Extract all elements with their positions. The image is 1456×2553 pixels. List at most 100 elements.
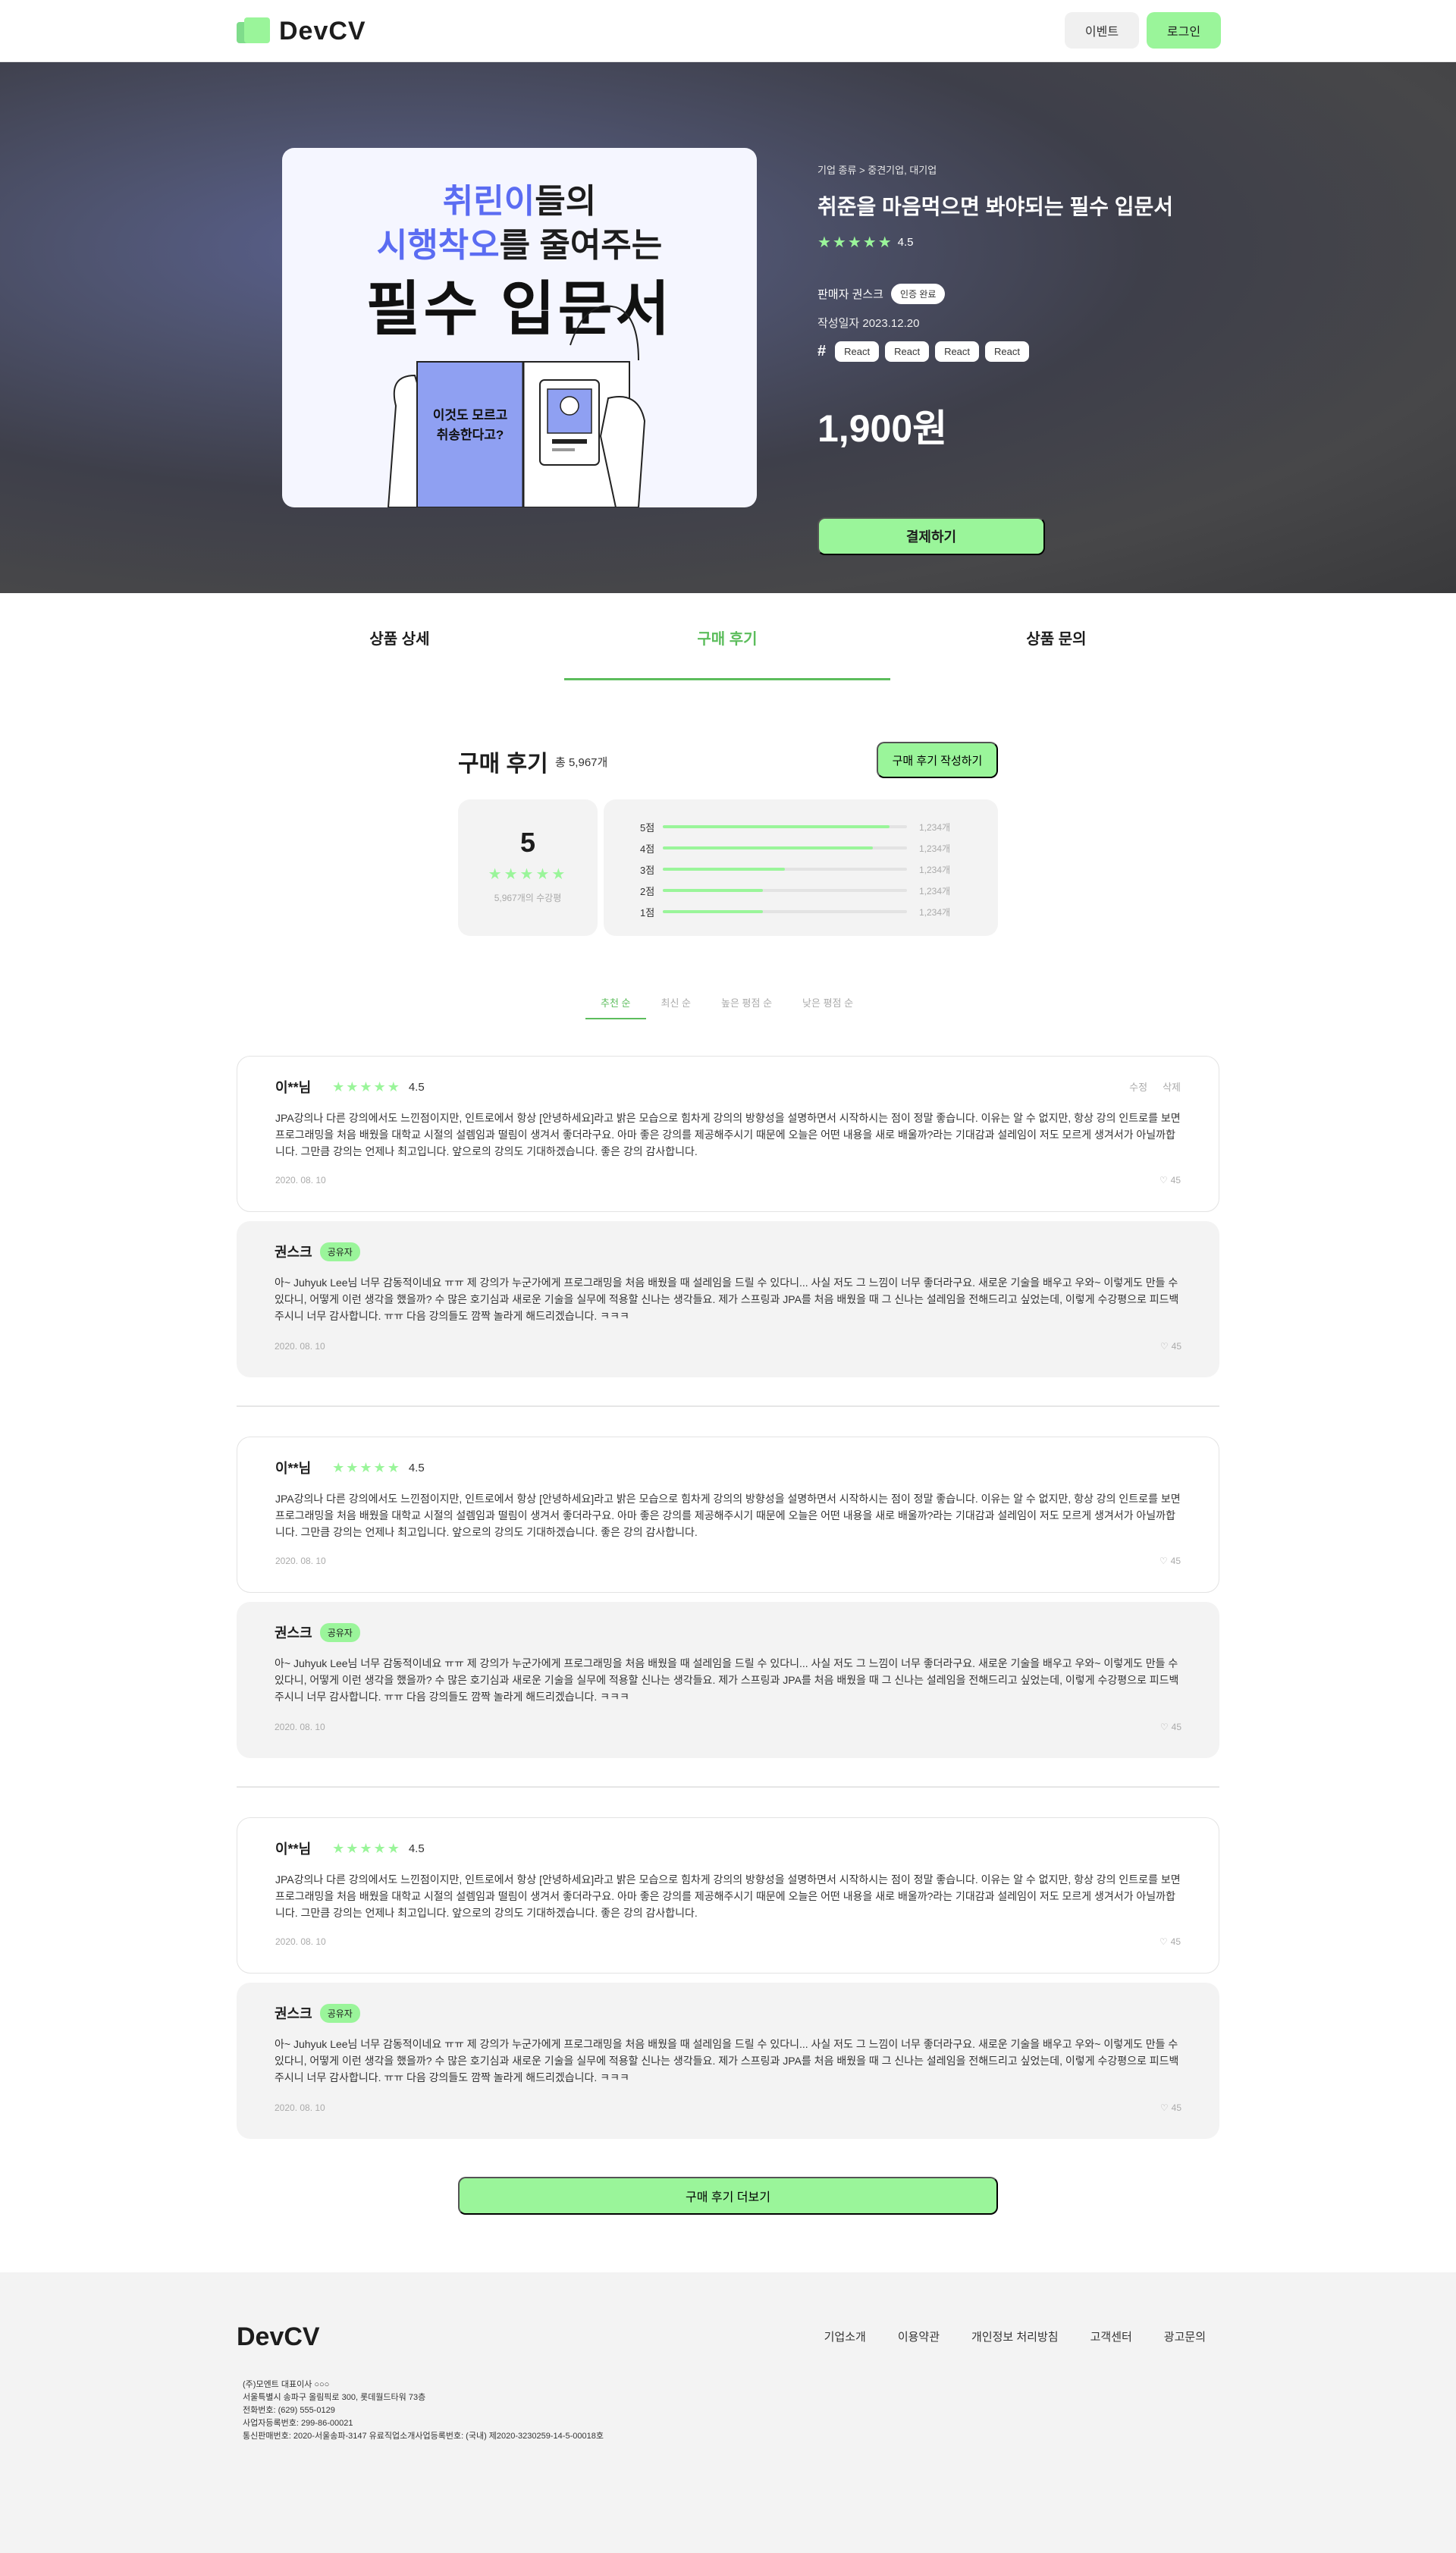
review-stars-icon: ★★★★★	[332, 1079, 401, 1094]
owner-badge: 공유자	[319, 1242, 360, 1261]
footer-link-privacy[interactable]: 개인정보 처리방침	[971, 2328, 1059, 2344]
site-footer: DevCV 기업소개 이용약관 개인정보 처리방침 고객센터 광고문의 (주)모…	[0, 2272, 1456, 2553]
like-button[interactable]: ♡ 45	[1159, 1556, 1181, 1566]
sort-options: 추천 순 최신 순 높은 평점 순 낮은 평점 순	[585, 989, 868, 1019]
sort-recommended[interactable]: 추천 순	[585, 989, 646, 1019]
breadcrumb: 기업 종류 > 중견기업, 대기업	[817, 165, 937, 176]
tag-chip[interactable]: React	[935, 341, 980, 362]
heart-icon: ♡	[1159, 1175, 1168, 1185]
divider	[237, 1786, 1219, 1788]
review-count: 5,967개의 수강평	[494, 893, 562, 903]
dist-row: 5점 1,234개	[640, 821, 951, 834]
product-hero: 취린이들의 시행착오를 줄여주는 필수 입문서 이것도 모르고 취송한다고? 기…	[0, 62, 1456, 593]
site-header: DevCV 이벤트 로그인	[0, 0, 1456, 62]
review-card: 이**님 ★★★★★ 4.5 수정 삭제 JPA강의나 다른 강의에서도 느낀점이지만…	[237, 1056, 1219, 1212]
reply-body: 아~ Juhyuk Lee님 너무 감동적이네요 ㅠㅠ 제 강의가 누군가에게 …	[275, 1657, 1179, 1703]
tab-product-detail[interactable]: 상품 상세	[237, 593, 563, 681]
tag-chip[interactable]: React	[985, 341, 1029, 362]
logo[interactable]: DevCV	[237, 14, 366, 49]
written-date: 작성일자 2023.12.20	[817, 317, 920, 330]
logo-text: DevCV	[279, 16, 366, 46]
footer-logo[interactable]: DevCV	[237, 2322, 320, 2352]
heart-icon: ♡	[1159, 1341, 1169, 1352]
review-card: 이**님 ★★★★★ 4.5 JPA강의나 다른 강의에서도 느낀점이지만, 인트로…	[237, 1437, 1219, 1593]
dist-row: 1점 1,234개	[640, 906, 951, 919]
sort-low-rating[interactable]: 낮은 평점 순	[787, 989, 868, 1019]
review-body: JPA강의나 다른 강의에서도 느낀점이지만, 인트로에서 항상 [안녕하세요]…	[275, 1873, 1181, 1919]
svg-text:이것도 모르고: 이것도 모르고	[433, 408, 508, 422]
review-score: 4.5	[408, 1842, 425, 1855]
pay-button[interactable]: 결제하기	[817, 517, 1045, 555]
reply-body: 아~ Juhyuk Lee님 너무 감동적이네요 ㅠㅠ 제 강의가 누군가에게 …	[275, 2038, 1179, 2084]
like-button[interactable]: ♡ 45	[1160, 2102, 1181, 2113]
like-button[interactable]: ♡ 45	[1159, 1175, 1181, 1185]
rating-stars-icon: ★★★★★	[817, 234, 893, 251]
reply-card: 권스크 공유자 아~ Juhyuk Lee님 너무 감동적이네요 ㅠㅠ 제 강의가…	[237, 1602, 1219, 1758]
reply-date: 2020. 08. 10	[275, 1722, 325, 1732]
edit-review-button[interactable]: 수정	[1129, 1079, 1147, 1094]
sort-latest[interactable]: 최신 순	[646, 989, 707, 1019]
dist-row: 4점 1,234개	[640, 843, 951, 855]
divider	[237, 1405, 1219, 1407]
reply-card: 권스크 공유자 아~ Juhyuk Lee님 너무 감동적이네요 ㅠㅠ 제 강의가…	[237, 1983, 1219, 2139]
review-body: JPA강의나 다른 강의에서도 느낀점이지만, 인트로에서 항상 [안녕하세요]…	[275, 1493, 1181, 1538]
product-rating: ★★★★★ 4.5	[817, 233, 1212, 252]
like-button[interactable]: ♡ 45	[1160, 1341, 1181, 1352]
reviews-title: 구매 후기	[458, 752, 548, 777]
product-info: 기업 종류 > 중견기업, 대기업 취준을 마음먹으면 봐야되는 필수 입문서 …	[817, 162, 1212, 555]
seller-label: 판매자 권스크	[817, 288, 883, 301]
svg-text:취송한다고?: 취송한다고?	[437, 427, 504, 442]
tag-list: # React React React React	[817, 341, 1212, 362]
review-stars-icon: ★★★★★	[332, 1840, 401, 1856]
product-title: 취준을 마음먹으면 봐야되는 필수 입문서	[817, 195, 1174, 218]
reviewer-name: 이**님	[275, 1842, 312, 1857]
detail-tabs: 상품 상세 구매 후기 상품 문의	[237, 593, 1219, 681]
reply-card: 권스크 공유자 아~ Juhyuk Lee님 너무 감동적이네요 ㅠㅠ 제 강의가…	[237, 1221, 1219, 1377]
footer-link-support[interactable]: 고객센터	[1090, 2328, 1132, 2344]
dist-row: 3점 1,234개	[640, 864, 951, 876]
event-button[interactable]: 이벤트	[1065, 12, 1139, 49]
footer-links: 기업소개 이용약관 개인정보 처리방침 고객센터 광고문의	[824, 2328, 1206, 2344]
cert-badge: 인증 완료	[890, 284, 946, 304]
dist-bar	[663, 825, 890, 828]
delete-review-button[interactable]: 삭제	[1163, 1079, 1181, 1094]
like-button[interactable]: ♡ 45	[1159, 1936, 1181, 1947]
dist-bar	[663, 868, 785, 871]
reviewer-name: 이**님	[275, 1461, 312, 1476]
more-reviews-button[interactable]: 구매 후기 더보기	[458, 2177, 998, 2215]
rating-value: 4.5	[897, 236, 914, 249]
owner-badge: 공유자	[319, 1622, 360, 1642]
average-rating-card: 5 ★★★★★ 5,967개의 수강평	[458, 799, 598, 936]
reply-date: 2020. 08. 10	[275, 1341, 325, 1352]
book-illustration: 이것도 모르고 취송한다고?	[387, 305, 646, 507]
like-button[interactable]: ♡ 45	[1160, 1722, 1181, 1732]
average-rating: 5	[519, 827, 536, 858]
reviews-header: 구매 후기 총 5,967개 구매 후기 작성하기	[458, 742, 998, 778]
footer-link-about[interactable]: 기업소개	[824, 2328, 866, 2344]
footer-link-ads[interactable]: 광고문의	[1164, 2328, 1206, 2344]
tab-reviews[interactable]: 구매 후기	[564, 593, 890, 681]
review-score: 4.5	[408, 1080, 425, 1094]
tag-chip[interactable]: React	[835, 341, 880, 362]
login-button[interactable]: 로그인	[1147, 12, 1221, 49]
tag-chip[interactable]: React	[885, 341, 930, 362]
reply-date: 2020. 08. 10	[275, 2102, 325, 2113]
sort-high-rating[interactable]: 높은 평점 순	[706, 989, 787, 1019]
review-body: JPA강의나 다른 강의에서도 느낀점이지만, 인트로에서 항상 [안녕하세요]…	[275, 1112, 1181, 1157]
dist-bar	[663, 889, 764, 892]
review-date: 2020. 08. 10	[275, 1556, 326, 1566]
logo-folder-icon	[237, 16, 271, 46]
review-card: 이**님 ★★★★★ 4.5 JPA강의나 다른 강의에서도 느낀점이지만, 인트로…	[237, 1817, 1219, 1974]
review-date: 2020. 08. 10	[275, 1936, 326, 1947]
review-score: 4.5	[408, 1461, 425, 1474]
review-stars-icon: ★★★★★	[332, 1459, 401, 1475]
seller-row: 판매자 권스크 인증 완료	[817, 284, 1212, 304]
reviewer-name: 이**님	[275, 1080, 312, 1095]
heart-icon: ♡	[1159, 1722, 1169, 1732]
footer-link-terms[interactable]: 이용약관	[898, 2328, 940, 2344]
tab-inquiry[interactable]: 상품 문의	[893, 593, 1219, 681]
replier-name: 권스크	[275, 1625, 312, 1641]
dist-bar	[663, 846, 873, 849]
write-review-button[interactable]: 구매 후기 작성하기	[877, 742, 998, 778]
dist-row: 2점 1,234개	[640, 885, 951, 897]
